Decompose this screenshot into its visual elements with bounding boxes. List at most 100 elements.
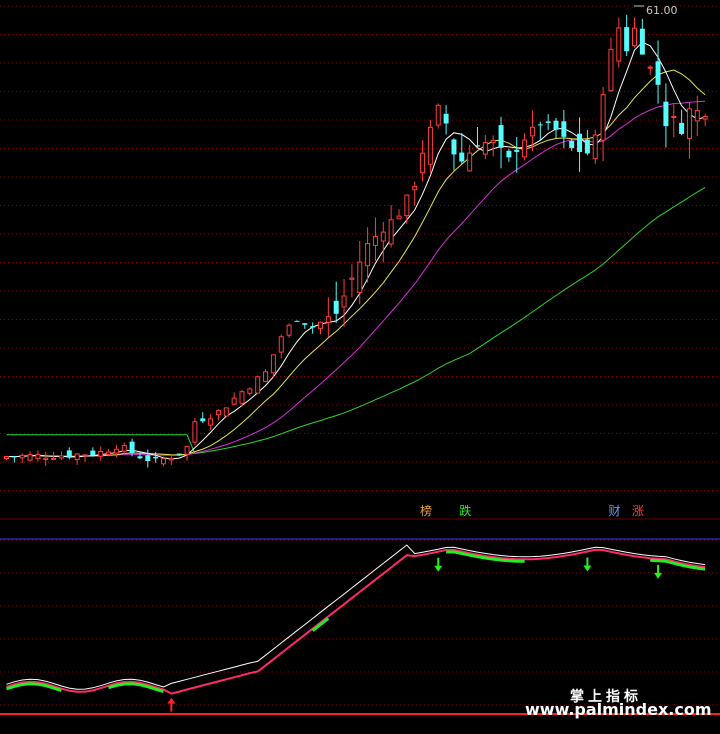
- candle-body-down: [624, 27, 630, 52]
- candle-body-down: [200, 418, 206, 422]
- ma60-line: [6, 186, 706, 455]
- candle-body-down: [577, 133, 583, 152]
- candle-body-up: [58, 455, 64, 459]
- candle-body-down: [294, 320, 300, 322]
- buy-arrow-head: [167, 697, 176, 704]
- candle-body-up: [435, 104, 441, 126]
- candle-body-down: [137, 456, 143, 459]
- candle-body-up: [27, 454, 33, 461]
- candle-body-down: [145, 455, 151, 461]
- signal-tag: 涨: [632, 504, 645, 518]
- candle-body-up: [427, 126, 433, 165]
- candle-body-down: [333, 300, 339, 314]
- candle-body-up: [632, 27, 637, 47]
- candle-body-up: [51, 458, 57, 460]
- candle-body-down: [310, 326, 316, 328]
- candle-body-down: [553, 120, 559, 130]
- candle-body-up: [247, 388, 253, 394]
- sell-arrow-head: [654, 572, 663, 579]
- candle-body-up: [192, 421, 198, 443]
- candle-body-down: [90, 450, 96, 456]
- candle-body-up: [412, 186, 418, 191]
- candle-body-down: [639, 28, 645, 55]
- candle-body-down: [129, 441, 135, 454]
- candle-body-up: [239, 391, 245, 404]
- signal-tag: 财: [608, 504, 621, 518]
- candle-body-up: [43, 457, 49, 461]
- signal-tag: 跌: [459, 504, 472, 518]
- candle-body-down: [569, 140, 575, 149]
- candle-body-down: [537, 124, 543, 126]
- candle-body-down: [506, 150, 512, 158]
- candle-body-down: [679, 122, 685, 134]
- candle-body-down: [11, 456, 17, 458]
- candle-body-up: [592, 134, 598, 160]
- stock-chart: [0, 5, 720, 715]
- oscillator-signal-line: [6, 544, 706, 690]
- chart-stage: 61.00 榜跌财涨 掌上指标 www.palmindex.com: [0, 0, 720, 734]
- candle-body-up: [490, 139, 496, 144]
- candle-body-up: [19, 454, 25, 459]
- candle-body-up: [694, 109, 700, 122]
- candle-body-down: [663, 101, 669, 127]
- candle-body-up: [286, 324, 292, 336]
- candle-body-up: [608, 48, 614, 92]
- candle-body-down: [302, 323, 308, 325]
- candle-body-up: [600, 94, 606, 141]
- candle-body-up: [420, 152, 426, 174]
- candle-body-down: [443, 113, 449, 124]
- candle-body-up: [365, 243, 371, 267]
- candle-body-up: [255, 376, 261, 394]
- candle-body-down: [451, 139, 457, 155]
- ma10-line: [6, 69, 706, 458]
- candle-body-up: [208, 418, 214, 426]
- candle-body-up: [278, 336, 284, 353]
- ma20-line: [6, 100, 706, 458]
- candle-body-up: [529, 126, 535, 137]
- candle-body-up: [106, 451, 112, 456]
- candle-body-down: [153, 456, 159, 459]
- candle-body-up: [380, 231, 386, 242]
- candle-body-up: [349, 277, 355, 280]
- candle-body-up: [74, 453, 80, 461]
- candle-body-up: [161, 458, 166, 465]
- sell-arrow-head: [583, 565, 592, 572]
- watermark-url: www.palmindex.com: [525, 700, 712, 719]
- candle-body-up: [270, 354, 276, 374]
- candle-body-up: [702, 116, 708, 120]
- candle-body-up: [4, 456, 9, 459]
- candle-body-up: [223, 407, 229, 417]
- candle-body-up: [263, 371, 269, 382]
- candle-body-up: [357, 261, 363, 293]
- candle-body-up: [388, 219, 394, 245]
- candle-body-down: [459, 152, 465, 162]
- candle-body-up: [35, 453, 41, 460]
- candle-body-up: [121, 445, 127, 452]
- candle-body-up: [184, 445, 190, 455]
- candle-body-up: [396, 215, 402, 220]
- candle-body-down: [514, 149, 520, 152]
- high-price-label: 61.00: [646, 4, 678, 17]
- signal-tag: 榜: [420, 504, 433, 518]
- candle-body-down: [66, 450, 72, 458]
- candle-body-up: [82, 454, 88, 457]
- candle-body-up: [231, 397, 237, 405]
- candle-body-up: [113, 448, 119, 454]
- candle-body-up: [671, 116, 677, 118]
- candle-body-down: [655, 61, 661, 85]
- candle-body-up: [168, 458, 174, 461]
- candle-body-up: [404, 194, 410, 217]
- sell-arrow-head: [434, 565, 443, 572]
- candle-body-up: [616, 27, 622, 62]
- candle-body-down: [561, 121, 567, 137]
- candle-body-down: [498, 125, 504, 148]
- candle-body-up: [482, 142, 488, 155]
- candle-body-up: [686, 108, 692, 139]
- candle-body-down: [176, 453, 182, 455]
- candle-body-up: [215, 410, 221, 416]
- candle-body-up: [98, 451, 104, 457]
- candle-body-down: [584, 139, 590, 154]
- candle-body-up: [325, 316, 331, 323]
- candle-body-down: [475, 145, 480, 147]
- candle-body-up: [467, 152, 473, 172]
